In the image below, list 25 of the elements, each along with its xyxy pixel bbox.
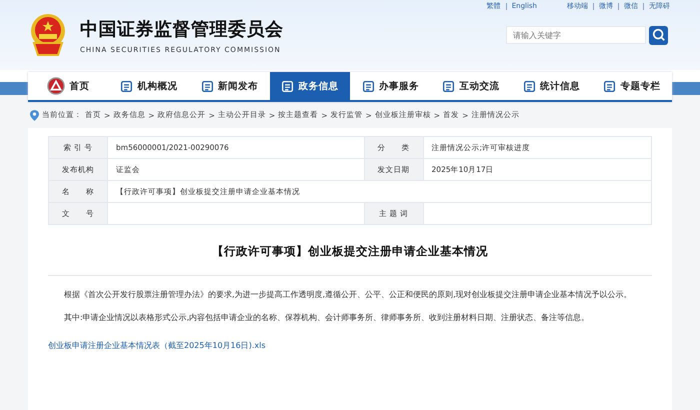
nav-tab[interactable]: 政务信息 (270, 72, 350, 100)
document-icon (200, 80, 214, 92)
document-icon (120, 80, 134, 92)
article-title: 【行政许可事项】创业板提交注册申请企业基本情况 (211, 244, 489, 259)
search-field[interactable]: 请输入关键字 (506, 26, 646, 44)
document-icon (522, 80, 536, 92)
emblem-icon (28, 13, 68, 57)
logo-icon (47, 77, 66, 95)
document-icon (362, 80, 375, 92)
nav-tab[interactable]: 首页 (28, 72, 108, 100)
nav-tab[interactable]: 互动交流 (430, 72, 511, 100)
location-pin-icon (30, 110, 39, 120)
nav-tab[interactable]: 新闻发布 (189, 72, 270, 100)
search-button[interactable] (649, 26, 668, 44)
site-title: 中国证券监督管理委员会 (80, 18, 284, 40)
nav-tab[interactable]: 机构概况 (108, 72, 189, 100)
document-icon (442, 80, 456, 92)
nav-tab[interactable]: 办事服务 (350, 72, 430, 100)
attachment-link[interactable]: 创业板申请注册企业基本情况表（截至2025年10月16日).xls (48, 340, 266, 351)
document-icon (603, 80, 616, 92)
nav-tab[interactable]: 统计信息 (511, 72, 592, 100)
document-icon (281, 80, 294, 92)
nav-tab[interactable]: 专题专栏 (592, 72, 672, 100)
article-paragraph: 根据《首次公开发行股票注册管理办法》的要求,为进一步提高工作透明度,遵循公开、公平、公正和便民的原则,现对创业板提交注册申请企业基本情况予以公示。 (63, 289, 633, 301)
article-paragraph: 其中:申请企业情况以表格形式公示,内容包括申请企业的名称、保荐机构、会计师事务所、律师事务所、收到注册材料日期、注册状态、备注等信息。 (63, 312, 590, 324)
